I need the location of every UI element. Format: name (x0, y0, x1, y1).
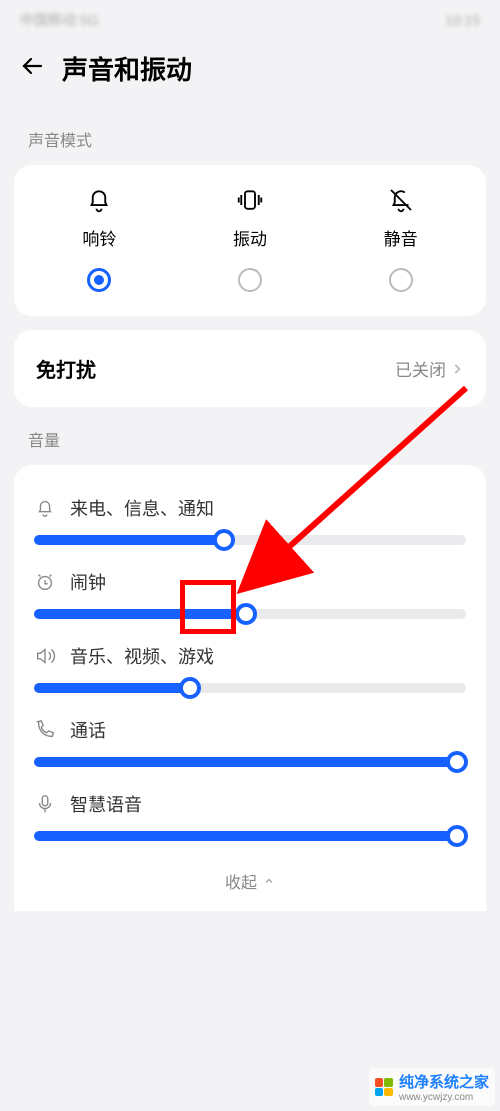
dnd-status: 已关闭 (395, 356, 464, 381)
slider-thumb[interactable] (179, 677, 201, 699)
volume-row-voice: 智慧语音 (34, 781, 466, 855)
volume-slider-media[interactable] (34, 683, 466, 693)
dnd-row[interactable]: 免打扰 已关闭 (14, 330, 486, 407)
volume-label: 音乐、视频、游戏 (70, 643, 214, 669)
windows-icon (375, 1078, 393, 1096)
slider-fill (34, 609, 246, 619)
volume-row-media: 音乐、视频、游戏 (34, 633, 466, 707)
bell-icon (84, 185, 114, 215)
watermark: 纯净系统之家 www.ycwjzy.com (369, 1068, 495, 1106)
sound-mode-ring[interactable]: 响铃 (24, 185, 175, 292)
speaker-icon (34, 645, 56, 667)
status-bar: 中国移动 5G 10:15 (0, 0, 500, 40)
clock-icon (34, 571, 56, 593)
vibrate-icon (235, 185, 265, 215)
collapse-label: 收起 (225, 869, 257, 893)
collapse-button[interactable]: 收起 (34, 855, 466, 897)
mic-icon (34, 793, 56, 815)
volume-row-call: 通话 (34, 707, 466, 781)
chevron-right-icon (450, 362, 464, 376)
volume-label: 通话 (70, 717, 106, 743)
sound-mode-vibrate[interactable]: 振动 (175, 185, 326, 292)
phone-icon (34, 719, 56, 741)
slider-fill (34, 683, 190, 693)
page-title: 声音和振动 (62, 50, 192, 87)
mode-label: 响铃 (82, 225, 116, 250)
mode-label: 振动 (233, 225, 267, 250)
sound-mode-silent[interactable]: 静音 (325, 185, 476, 292)
dnd-status-text: 已关闭 (395, 356, 446, 381)
watermark-text: 纯净系统之家 (399, 1071, 489, 1092)
status-right: 10:15 (445, 12, 480, 28)
volume-slider-voice[interactable] (34, 831, 466, 841)
volume-slider-alarm[interactable] (34, 609, 466, 619)
volume-slider-call[interactable] (34, 757, 466, 767)
slider-thumb[interactable] (235, 603, 257, 625)
volume-label: 智慧语音 (70, 791, 142, 817)
app-bar: 声音和振动 (0, 40, 500, 107)
radio-selected[interactable] (87, 268, 111, 292)
bell-icon (34, 497, 56, 519)
slider-thumb[interactable] (213, 529, 235, 551)
slider-thumb[interactable] (446, 825, 468, 847)
bell-off-icon (386, 185, 416, 215)
volume-row-alarm: 闹钟 (34, 559, 466, 633)
slider-thumb[interactable] (446, 751, 468, 773)
slider-fill (34, 831, 466, 841)
mode-label: 静音 (384, 225, 418, 250)
back-icon[interactable] (20, 54, 44, 83)
volume-label: 来电、信息、通知 (70, 495, 214, 521)
slider-fill (34, 757, 466, 767)
sound-mode-card: 响铃 振动 静音 (14, 165, 486, 316)
radio[interactable] (389, 268, 413, 292)
volume-slider-ringtone[interactable] (34, 535, 466, 545)
watermark-url: www.ycwjzy.com (399, 1092, 489, 1103)
volume-row-ringtone: 来电、信息、通知 (34, 485, 466, 559)
slider-fill (34, 535, 224, 545)
status-left: 中国移动 5G (20, 10, 99, 30)
dnd-title: 免打扰 (36, 354, 96, 383)
section-label-sound-mode: 声音模式 (0, 107, 500, 165)
section-label-volume: 音量 (0, 407, 500, 465)
chevron-up-icon (263, 875, 275, 887)
radio[interactable] (238, 268, 262, 292)
volume-card: 来电、信息、通知 闹钟 音乐、视频、游戏 (14, 465, 486, 911)
volume-label: 闹钟 (70, 569, 106, 595)
